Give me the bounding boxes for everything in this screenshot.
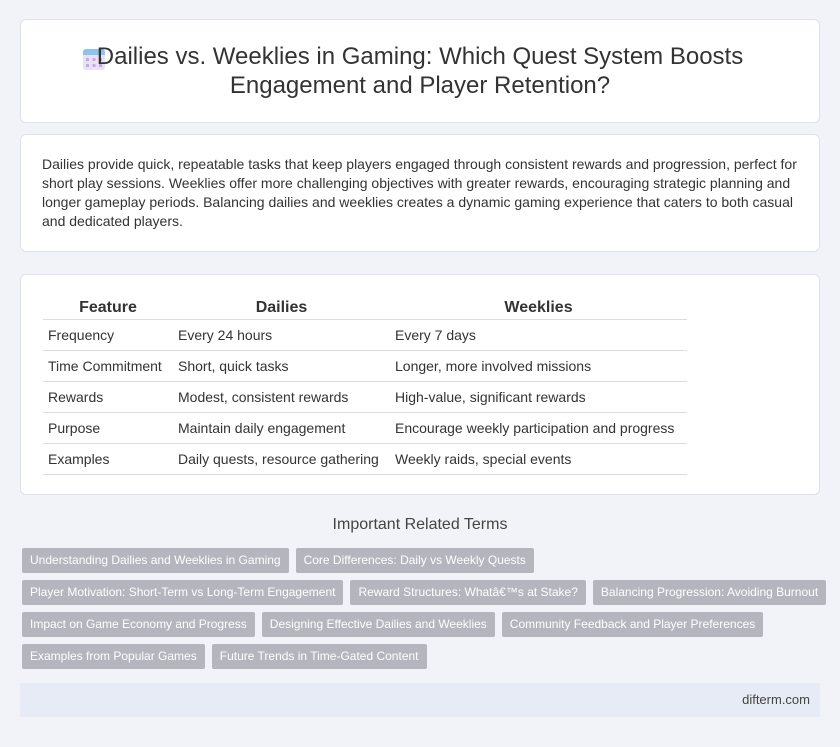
header-card: Dailies vs. Weeklies in Gaming: Which Qu…	[20, 19, 820, 123]
column-header: Weeklies	[390, 297, 687, 320]
tag-row: Player Motivation: Short-Term vs Long-Te…	[22, 580, 827, 605]
table-cell: Short, quick tasks	[173, 350, 390, 382]
table-row: Frequency Every 24 hours Every 7 days	[43, 319, 687, 351]
table-cell: Purpose	[43, 412, 173, 444]
tag-row: Impact on Game Economy and Progress Desi…	[22, 612, 822, 637]
related-term-tag[interactable]: Balancing Progression: Avoiding Burnout	[592, 580, 827, 605]
related-terms-title: Important Related Terms	[332, 516, 508, 533]
table-row: Rewards Modest, consistent rewards High-…	[43, 381, 687, 413]
table-cell: Weekly raids, special events	[390, 443, 687, 475]
table-header-row: Feature Dailies Weeklies	[43, 297, 687, 320]
table-cell: Time Commitment	[43, 350, 173, 382]
table-cell: Daily quests, resource gathering	[173, 443, 390, 475]
column-header: Dailies	[173, 297, 390, 320]
table-cell: Rewards	[43, 381, 173, 413]
table-row: Time Commitment Short, quick tasks Longe…	[43, 350, 687, 382]
table-cell: High-value, significant rewards	[390, 381, 687, 413]
comparison-table-card: Feature Dailies Weeklies Frequency Every…	[20, 274, 820, 495]
related-term-tag[interactable]: Understanding Dailies and Weeklies in Ga…	[22, 548, 289, 573]
column-header: Feature	[43, 297, 173, 320]
page-title: Dailies vs. Weeklies in Gaming: Which Qu…	[96, 43, 744, 99]
table-cell: Maintain daily engagement	[173, 412, 390, 444]
table-cell: Frequency	[43, 319, 173, 351]
comparison-table: Feature Dailies Weeklies Frequency Every…	[43, 297, 687, 475]
summary-text: Dailies provide quick, repeatable tasks …	[42, 156, 797, 229]
footer-site-link[interactable]: difterm.com	[742, 692, 810, 707]
related-term-tag[interactable]: Designing Effective Dailies and Weeklies	[261, 612, 495, 637]
table-cell: Encourage weekly participation and progr…	[390, 412, 687, 444]
related-terms-list: Understanding Dailies and Weeklies in Ga…	[22, 548, 827, 676]
related-term-tag[interactable]: Impact on Game Economy and Progress	[22, 612, 255, 637]
table-cell: Longer, more involved missions	[390, 350, 687, 382]
table-cell: Every 24 hours	[173, 319, 390, 351]
related-term-tag[interactable]: Future Trends in Time-Gated Content	[211, 644, 427, 669]
related-term-tag[interactable]: Player Motivation: Short-Term vs Long-Te…	[22, 580, 344, 605]
related-term-tag[interactable]: Reward Structures: Whatâ€™s at Stake?	[350, 580, 586, 605]
table-cell: Modest, consistent rewards	[173, 381, 390, 413]
tag-row: Examples from Popular Games Future Trend…	[22, 644, 822, 669]
tag-row: Understanding Dailies and Weeklies in Ga…	[22, 548, 822, 573]
table-cell: Every 7 days	[390, 319, 687, 351]
table-row: Purpose Maintain daily engagement Encour…	[43, 412, 687, 444]
summary-card: Dailies provide quick, repeatable tasks …	[20, 134, 820, 252]
table-row: Examples Daily quests, resource gatherin…	[43, 443, 687, 475]
footer: difterm.com	[20, 683, 820, 717]
related-term-tag[interactable]: Core Differences: Daily vs Weekly Quests	[295, 548, 534, 573]
related-term-tag[interactable]: Examples from Popular Games	[22, 644, 205, 669]
table-cell: Examples	[43, 443, 173, 475]
related-term-tag[interactable]: Community Feedback and Player Preference…	[501, 612, 764, 637]
